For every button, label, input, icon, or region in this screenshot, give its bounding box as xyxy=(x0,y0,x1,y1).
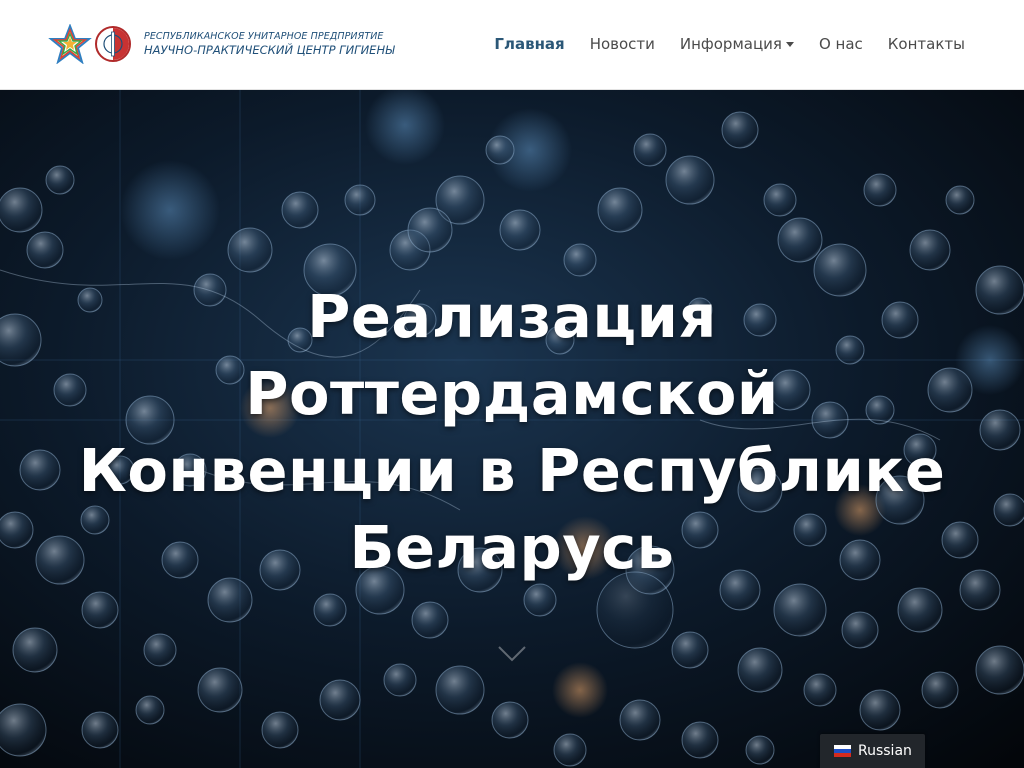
russia-flag-icon xyxy=(834,745,851,757)
organization-name-line1: РЕСПУБЛИКАНСКОЕ УНИТАРНОЕ ПРЕДПРИЯТИЕ xyxy=(144,31,384,42)
main-nav: Главная Новости Информация О нас Контакт… xyxy=(494,35,965,53)
site-header: РЕСПУБЛИКАНСКОЕ УНИТАРНОЕ ПРЕДПРИЯТИЕ НА… xyxy=(0,0,1024,90)
star-emblem-icon xyxy=(48,24,92,64)
nav-item-about[interactable]: О нас xyxy=(819,35,863,53)
nav-item-news[interactable]: Новости xyxy=(590,35,655,53)
language-label: Russian xyxy=(858,743,912,759)
scroll-down-chevron-icon[interactable] xyxy=(497,645,527,663)
nav-item-information[interactable]: Информация xyxy=(680,35,794,53)
language-switcher[interactable]: Russian xyxy=(820,734,925,768)
nav-item-information-label: Информация xyxy=(679,35,782,53)
caret-down-icon xyxy=(785,42,794,47)
site-logo[interactable]: РЕСПУБЛИКАНСКОЕ УНИТАРНОЕ ПРЕДПРИЯТИЕ НА… xyxy=(48,24,395,64)
nav-item-home[interactable]: Главная xyxy=(494,35,564,53)
organization-name: РЕСПУБЛИКАНСКОЕ УНИТАРНОЕ ПРЕДПРИЯТИЕ НА… xyxy=(144,32,395,56)
hero-title: Реализация Роттердамской Конвенции в Рес… xyxy=(78,281,946,582)
organization-name-line2: НАУЧНО-ПРАКТИЧЕСКИЙ ЦЕНТР ГИГИЕНЫ xyxy=(144,42,395,57)
seal-emblem-icon xyxy=(95,26,131,62)
hero-banner: Реализация Роттердамской Конвенции в Рес… xyxy=(0,90,1024,768)
nav-item-contacts[interactable]: Контакты xyxy=(888,35,965,53)
